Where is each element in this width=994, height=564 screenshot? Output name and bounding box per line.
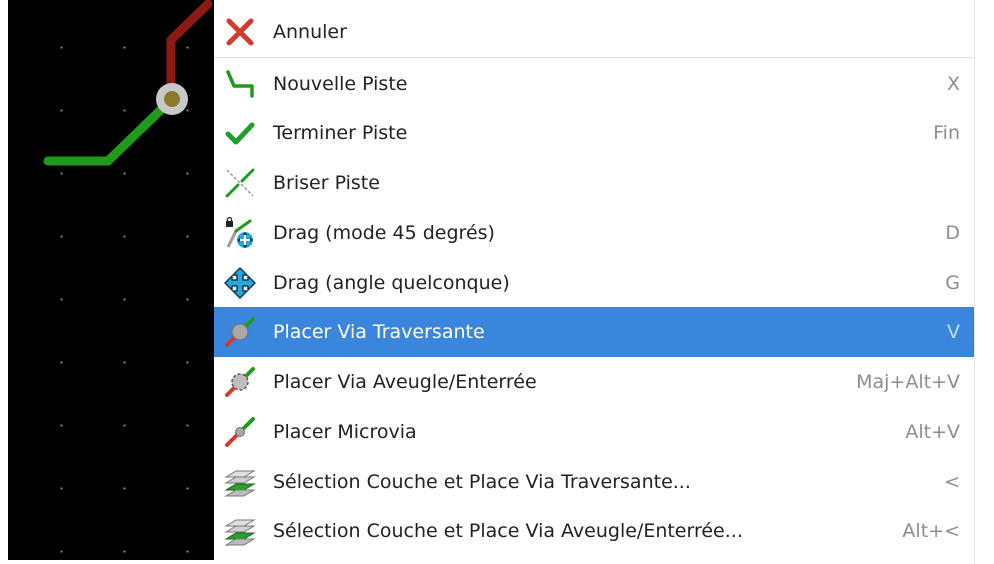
menu-item-label: Drag (angle quelconque) bbox=[273, 272, 510, 294]
menu-item-shortcut: D bbox=[945, 222, 960, 244]
menu-item-label: Sélection Couche et Place Via Aveugle/En… bbox=[273, 520, 743, 542]
menu-item-placer-via-traversante[interactable]: Placer Via Traversante V bbox=[214, 307, 974, 357]
menu-item-label: Sélection Couche et Place Via Traversant… bbox=[273, 471, 691, 493]
menu-item-label: Annuler bbox=[273, 21, 347, 43]
back-copper-track[interactable] bbox=[166, 0, 213, 45]
microvia-icon bbox=[224, 416, 256, 448]
drag-45-icon bbox=[224, 216, 256, 249]
break-track-icon bbox=[224, 167, 256, 199]
menu-item-terminer-piste[interactable]: Terminer Piste Fin bbox=[214, 108, 974, 158]
drag-any-angle-icon bbox=[224, 267, 256, 299]
menu-item-shortcut: < bbox=[944, 471, 960, 493]
checkmark-icon bbox=[224, 117, 256, 149]
pcb-drawing bbox=[43, 0, 213, 166]
blind-buried-via-icon bbox=[224, 366, 256, 398]
pcb-canvas[interactable] bbox=[8, 0, 214, 560]
new-track-icon bbox=[224, 68, 256, 100]
menu-item-drag-any-angle[interactable]: Drag (angle quelconque) G bbox=[214, 258, 974, 308]
menu-item-shortcut: X bbox=[946, 73, 960, 95]
menu-item-shortcut: Fin bbox=[933, 122, 960, 144]
menu-item-selection-couche-via-traversante[interactable]: Sélection Couche et Place Via Traversant… bbox=[214, 457, 974, 507]
menu-item-selection-couche-via-aveugle[interactable]: Sélection Couche et Place Via Aveugle/En… bbox=[214, 506, 974, 556]
menu-item-nouvelle-piste[interactable]: Nouvelle Piste X bbox=[214, 59, 974, 109]
menu-item-label: Placer Via Traversante bbox=[273, 321, 485, 343]
window-edge bbox=[974, 0, 994, 564]
menu-item-drag-45[interactable]: Drag (mode 45 degrés) D bbox=[214, 208, 974, 258]
menu-item-label: Placer Microvia bbox=[273, 421, 417, 443]
menu-item-shortcut: Maj+Alt+V bbox=[856, 371, 960, 393]
menu-overflow-edge bbox=[214, 558, 974, 564]
menu-item-placer-via-aveugle[interactable]: Placer Via Aveugle/Enterrée Maj+Alt+V bbox=[214, 357, 974, 407]
context-menu: Annuler Nouvelle Piste X Terminer Piste … bbox=[214, 0, 974, 564]
menu-item-label: Placer Via Aveugle/Enterrée bbox=[273, 371, 537, 393]
menu-item-label: Briser Piste bbox=[273, 172, 380, 194]
menu-item-shortcut: G bbox=[945, 272, 960, 294]
via-hole bbox=[164, 91, 180, 107]
menu-item-shortcut: Alt+< bbox=[902, 520, 960, 542]
menu-item-label: Nouvelle Piste bbox=[273, 73, 408, 95]
menu-item-shortcut: Alt+V bbox=[905, 421, 960, 443]
select-layer-through-via-icon bbox=[224, 466, 256, 498]
through-via-icon bbox=[224, 316, 256, 348]
menu-item-briser-piste[interactable]: Briser Piste bbox=[214, 158, 974, 208]
menu-item-placer-microvia[interactable]: Placer Microvia Alt+V bbox=[214, 407, 974, 457]
menu-item-label: Drag (mode 45 degrés) bbox=[273, 222, 495, 244]
menu-item-shortcut: V bbox=[947, 321, 960, 343]
select-layer-blind-via-icon bbox=[224, 515, 256, 547]
cancel-x-icon bbox=[224, 16, 256, 48]
menu-item-label: Terminer Piste bbox=[273, 122, 408, 144]
menu-separator bbox=[214, 57, 974, 58]
menu-item-annuler[interactable]: Annuler bbox=[214, 7, 974, 57]
